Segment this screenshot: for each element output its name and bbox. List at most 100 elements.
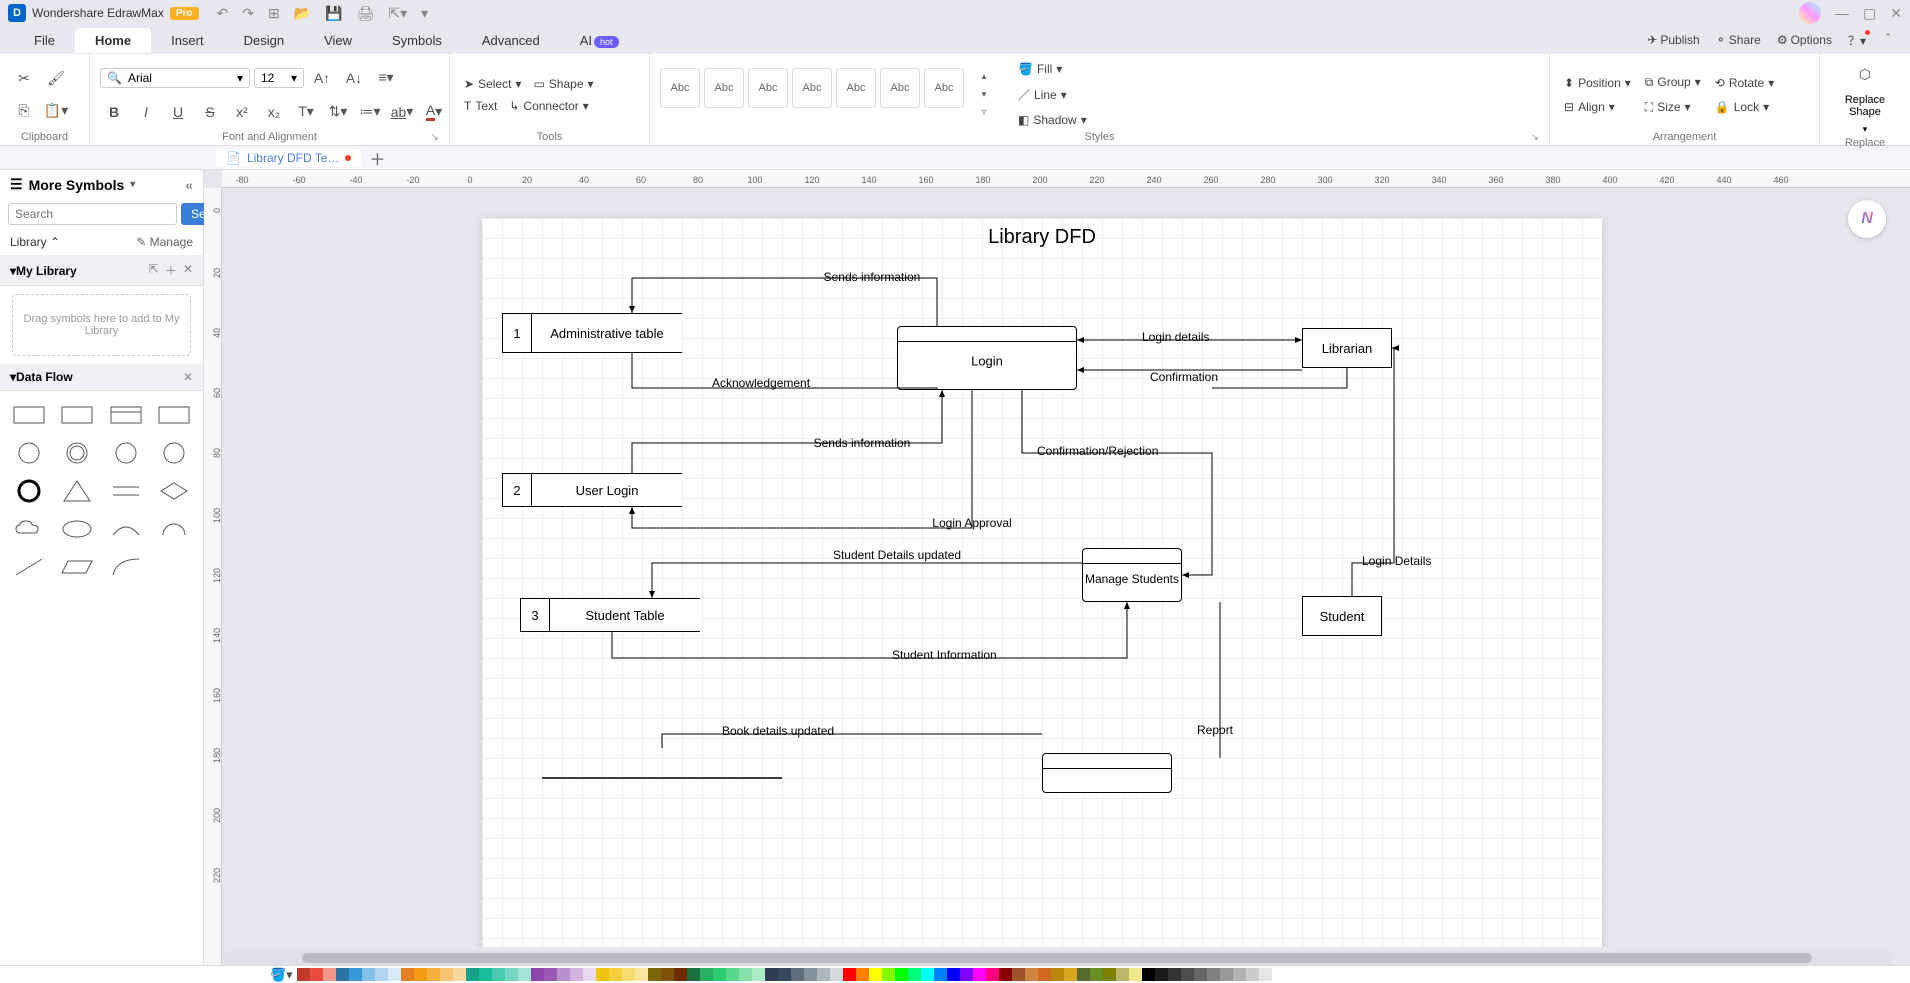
shape-rect[interactable] [56,399,98,431]
color-swatch[interactable] [1142,968,1155,981]
cut-icon[interactable]: ✂ [10,65,38,93]
color-swatch[interactable] [869,968,882,981]
color-swatch[interactable] [557,968,570,981]
color-swatch[interactable] [622,968,635,981]
grow-font-icon[interactable]: A↑ [308,64,336,92]
symbol-search-input[interactable] [8,203,177,225]
export-icon[interactable]: ⇱▾ [388,5,407,22]
minimize-icon[interactable]: — [1835,5,1849,21]
color-swatch[interactable] [635,968,648,981]
bullet-icon[interactable]: ≔▾ [356,98,384,126]
color-swatch[interactable] [1181,968,1194,981]
shape-curve[interactable] [105,551,147,583]
datastore-2[interactable]: 2User Login [502,473,682,507]
connector-tool[interactable]: ↳ Connector ▾ [505,97,592,115]
save-icon[interactable]: 💾 [325,5,342,22]
color-swatch[interactable] [882,968,895,981]
shape-style-4[interactable]: Abc [792,68,832,108]
mylib-export-icon[interactable]: ⇱ [149,262,159,279]
gallery-up-icon[interactable]: ▴ [970,68,998,86]
sidebar-menu-icon[interactable]: ☰ [10,176,23,193]
color-swatch[interactable] [544,968,557,981]
shape-tool[interactable]: ▭ Shape ▾ [529,75,597,93]
shape-style-2[interactable]: Abc [704,68,744,108]
sidebar-collapse-icon[interactable]: « [185,177,193,193]
scrollbar-thumb[interactable] [302,953,1812,963]
tab-home[interactable]: Home [75,28,151,53]
paint-bucket-icon[interactable]: 🪣▾ [270,967,293,983]
mylib-dropzone[interactable]: Drag symbols here to add to My Library [12,294,191,356]
shape-style-5[interactable]: Abc [836,68,876,108]
shape-bold-circle[interactable] [8,475,50,507]
print-icon[interactable]: 🖨 [357,5,375,22]
color-swatch[interactable] [1064,968,1077,981]
color-swatch[interactable] [1194,968,1207,981]
align-button[interactable]: ⊟ Align ▾ [1560,98,1635,116]
case-icon[interactable]: T▾ [292,98,320,126]
color-swatch[interactable] [739,968,752,981]
shape-circle[interactable] [8,437,50,469]
tab-file[interactable]: File [14,28,75,53]
datastore-1[interactable]: 1Administrative table [502,313,682,353]
color-swatch[interactable] [349,968,362,981]
library-dropdown[interactable]: Library ⌃ [10,235,60,249]
color-swatch[interactable] [583,968,596,981]
shape-style-7[interactable]: Abc [924,68,964,108]
color-swatch[interactable] [1246,968,1259,981]
color-swatch[interactable] [674,968,687,981]
color-swatch[interactable] [908,968,921,981]
line-spacing-icon[interactable]: ⇅▾ [324,98,352,126]
color-swatch[interactable] [1168,968,1181,981]
font-size-select[interactable]: 12▾ [254,68,304,88]
entity-librarian[interactable]: Librarian [1302,328,1392,368]
color-swatch[interactable] [1129,968,1142,981]
color-swatch[interactable] [1207,968,1220,981]
lock-button[interactable]: 🔒 Lock ▾ [1711,98,1778,116]
publish-button[interactable]: ✈ Publish [1647,32,1699,49]
datastore-3[interactable]: 3Student Table [520,598,700,632]
copy-icon[interactable]: ⎘ [10,97,38,125]
mylib-close-icon[interactable]: ✕ [183,262,193,279]
tab-view[interactable]: View [304,28,372,53]
color-swatch[interactable] [1025,968,1038,981]
color-swatch[interactable] [297,968,310,981]
qat-more-icon[interactable]: ▾ [421,5,428,22]
maximize-icon[interactable]: ▢ [1863,5,1876,22]
color-swatch[interactable] [596,968,609,981]
shape-style-6[interactable]: Abc [880,68,920,108]
collapse-ribbon-icon[interactable]: ＾ [1882,32,1894,49]
close-window-icon[interactable]: ✕ [1890,5,1902,22]
horizontal-scrollbar[interactable] [222,951,1892,965]
color-swatch[interactable] [531,968,544,981]
color-swatch[interactable] [817,968,830,981]
color-swatch[interactable] [973,968,986,981]
color-swatch[interactable] [453,968,466,981]
shrink-font-icon[interactable]: A↓ [340,64,368,92]
fill-button[interactable]: 🪣 Fill ▾ [1014,60,1091,78]
section-my-library[interactable]: ▾ My Library ⇱＋✕ [0,256,203,286]
shape-rect-plain[interactable] [153,399,195,431]
color-swatch[interactable] [401,968,414,981]
shape-ellipse[interactable] [56,513,98,545]
color-swatch[interactable] [661,968,674,981]
shape-style-3[interactable]: Abc [748,68,788,108]
shape-double-circle[interactable] [56,437,98,469]
section-data-flow[interactable]: ▾ Data Flow ✕ [0,364,203,391]
color-swatch[interactable] [895,968,908,981]
shape-circle3[interactable] [153,437,195,469]
color-swatch[interactable] [1038,968,1051,981]
color-swatch[interactable] [856,968,869,981]
color-swatch[interactable] [999,968,1012,981]
color-swatch[interactable] [310,968,323,981]
italic-icon[interactable]: I [132,98,160,126]
select-tool[interactable]: ➤ Select ▾ [460,75,525,93]
mylib-add-icon[interactable]: ＋ [165,262,177,279]
color-swatch[interactable] [1077,968,1090,981]
new-icon[interactable]: ⊞ [268,5,280,22]
color-swatch[interactable] [609,968,622,981]
color-swatch[interactable] [505,968,518,981]
color-swatch[interactable] [518,968,531,981]
color-swatch[interactable] [466,968,479,981]
position-button[interactable]: ⬍ Position ▾ [1560,74,1635,92]
color-swatch[interactable] [375,968,388,981]
